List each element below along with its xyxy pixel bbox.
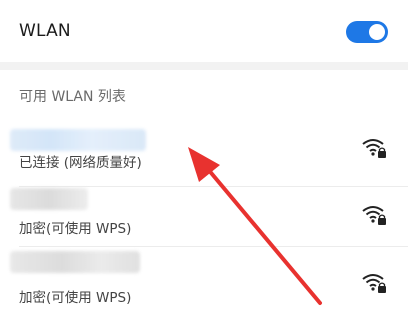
network-status: 加密(可使用 WPS) — [19, 221, 132, 237]
network-status: 已连接 (网络质量好) — [19, 155, 142, 171]
network-name-redacted — [10, 129, 146, 151]
wifi-locked-icon — [362, 139, 386, 158]
wlan-label: WLAN — [19, 21, 71, 41]
network-item[interactable]: 加密(可使用 WPS) — [0, 249, 408, 311]
divider — [19, 246, 408, 247]
wlan-row[interactable]: WLAN — [0, 0, 408, 62]
network-item[interactable]: 加密(可使用 WPS) — [0, 188, 408, 250]
wifi-locked-icon — [362, 206, 386, 225]
network-name-redacted — [10, 188, 88, 210]
wifi-locked-icon — [362, 274, 386, 293]
wlan-toggle[interactable] — [346, 21, 388, 43]
network-item-connected[interactable]: 已连接 (网络质量好) — [0, 125, 408, 187]
network-name-redacted — [10, 251, 140, 273]
section-separator — [0, 62, 408, 70]
available-wlan-list-title: 可用 WLAN 列表 — [19, 89, 126, 105]
divider — [19, 186, 408, 187]
network-status: 加密(可使用 WPS) — [19, 290, 132, 306]
toggle-knob — [369, 24, 385, 40]
